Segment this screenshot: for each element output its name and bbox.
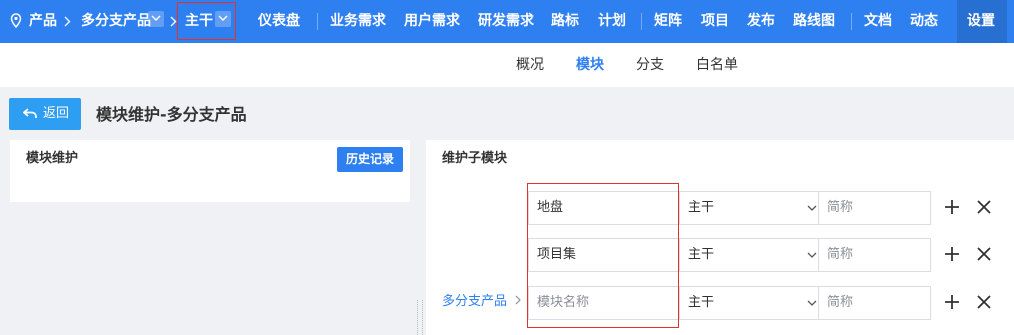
chevron-down-icon — [151, 15, 161, 21]
nav-activity[interactable]: 动态 — [910, 11, 938, 31]
module-tree-panel: 模块维护 历史记录 — [10, 140, 410, 202]
nav-docs[interactable]: 文档 — [864, 11, 892, 31]
back-arrow-icon — [23, 108, 37, 118]
close-icon[interactable] — [977, 200, 991, 214]
chevron-down-icon — [807, 205, 817, 211]
branch-select-value: 主干 — [688, 247, 715, 262]
branch-select-value: 主干 — [688, 200, 715, 215]
back-button-label: 返回 — [43, 106, 70, 121]
close-icon[interactable] — [977, 247, 991, 261]
chevron-right-icon — [515, 295, 522, 305]
branch-highlight-box — [177, 2, 236, 40]
nav-divider — [851, 13, 852, 30]
child-module-panel: 维护子模块 多分支产品 地盘 主干 简称 项目集 主干 简称 模块名称 主干 简… — [426, 140, 1014, 335]
add-icon[interactable] — [944, 246, 960, 262]
close-icon[interactable] — [977, 295, 991, 309]
location-pin-icon — [10, 13, 22, 32]
sub-nav: 概况 模块 分支 白名单 — [0, 43, 1014, 87]
tab-whitelist[interactable]: 白名单 — [696, 56, 738, 74]
tab-overview[interactable]: 概况 — [516, 56, 544, 74]
nav-business-requirements[interactable]: 业务需求 — [330, 11, 386, 31]
add-icon[interactable] — [944, 294, 960, 310]
nav-dev-requirements[interactable]: 研发需求 — [478, 11, 534, 31]
breadcrumb-product-name[interactable]: 多分支产品 — [81, 11, 151, 31]
nav-project[interactable]: 项目 — [701, 11, 729, 31]
product-switch-dropdown[interactable] — [148, 11, 164, 27]
add-icon[interactable] — [944, 199, 960, 215]
branch-select-value: 主干 — [688, 295, 715, 310]
breadcrumb-chevron-icon — [64, 15, 71, 31]
nav-divider — [641, 13, 642, 30]
parent-module-label: 多分支产品 — [442, 294, 508, 309]
breadcrumb-product[interactable]: 产品 — [29, 11, 57, 31]
back-button[interactable]: 返回 — [9, 98, 81, 130]
nav-matrix[interactable]: 矩阵 — [654, 11, 682, 31]
nav-release[interactable]: 发布 — [747, 11, 775, 31]
short-name-input[interactable]: 简称 — [818, 238, 931, 272]
panel-resize-handle[interactable] — [417, 300, 423, 335]
panel-title: 维护子模块 — [442, 151, 508, 166]
nav-user-requirements[interactable]: 用户需求 — [404, 11, 460, 31]
nav-plan[interactable]: 计划 — [598, 11, 626, 31]
nav-roadmark[interactable]: 路标 — [551, 11, 579, 31]
branch-select[interactable]: 主干 — [679, 191, 826, 225]
module-name-highlight-box — [527, 183, 679, 328]
breadcrumb-chevron-icon — [170, 15, 177, 31]
chevron-down-icon — [807, 252, 817, 258]
panel-title: 模块维护 — [26, 151, 79, 166]
branch-select[interactable]: 主干 — [679, 286, 826, 320]
short-name-input[interactable]: 简称 — [818, 191, 931, 225]
tab-branch[interactable]: 分支 — [636, 56, 664, 74]
top-nav-bar: 产品 多分支产品 主干 仪表盘 业务需求 用户需求 研发需求 路标 计划 矩阵 … — [0, 0, 1014, 43]
nav-settings[interactable]: 设置 — [967, 11, 995, 31]
nav-divider — [317, 13, 318, 30]
parent-module-link[interactable]: 多分支产品 — [442, 293, 522, 311]
chevron-down-icon — [807, 300, 817, 306]
nav-roadmap[interactable]: 路线图 — [793, 11, 835, 31]
branch-select[interactable]: 主干 — [679, 238, 826, 272]
page-title: 模块维护-多分支产品 — [96, 105, 247, 124]
history-button[interactable]: 历史记录 — [337, 147, 403, 172]
nav-dashboard[interactable]: 仪表盘 — [258, 11, 300, 31]
short-name-input[interactable]: 简称 — [818, 286, 931, 320]
tab-module[interactable]: 模块 — [576, 56, 604, 74]
